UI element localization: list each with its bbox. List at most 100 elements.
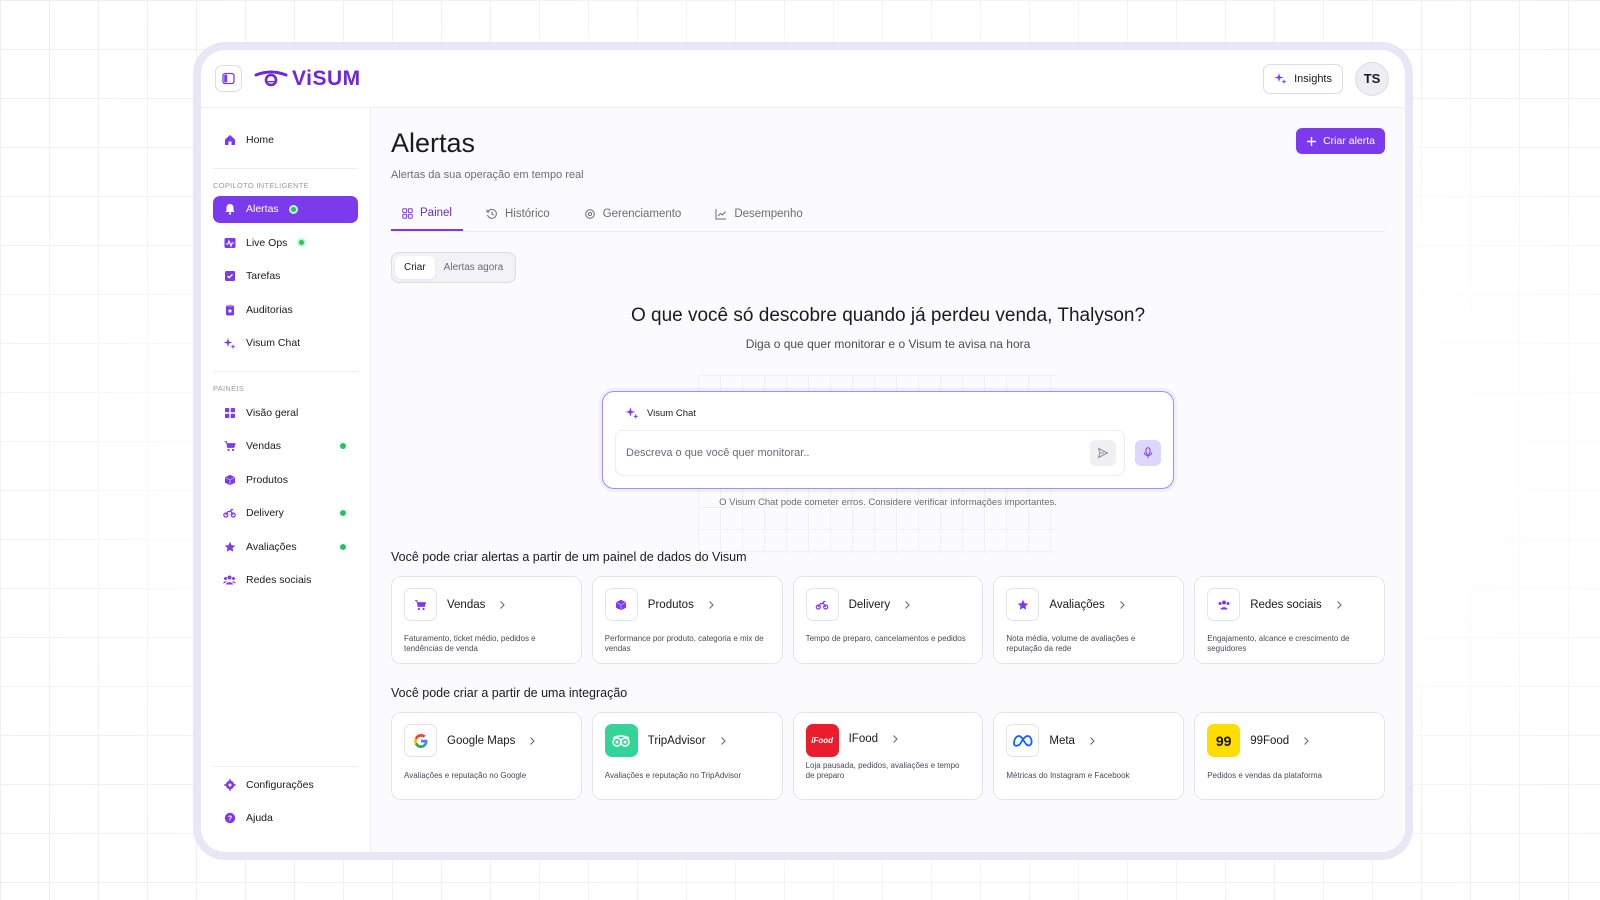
sidebar-item-vendas[interactable]: Vendas: [213, 433, 358, 460]
integration-card-google-maps[interactable]: Google Maps Avaliações e reputação no Go…: [391, 712, 582, 800]
card-description: Performance por produto, categoria e mix…: [604, 634, 764, 653]
meta-logo-icon: [1012, 734, 1033, 747]
create-alert-label: Criar alerta: [1323, 135, 1375, 147]
integration-card-99food[interactable]: 99 99Food Pedidos e vendas da plataforma: [1194, 712, 1385, 800]
card-description: Tempo de preparo, cancelamentos e pedido…: [805, 634, 966, 643]
sidebar-item-home[interactable]: Home: [213, 126, 358, 153]
panel-card-produtos[interactable]: Produtos Performance por produto, catego…: [591, 576, 783, 664]
tab-label: Gerenciamento: [602, 208, 682, 220]
sidebar-item-label: Home: [246, 133, 275, 146]
panel-card-redes-sociais[interactable]: Redes sociais Engajamento, alcance e cre…: [1194, 576, 1385, 664]
tab-desempenho[interactable]: Desempenho: [704, 207, 813, 231]
card-label: 99Food: [1250, 734, 1290, 747]
sidebar-item-label: Live Ops: [246, 236, 288, 249]
sidebar-item-auditorias[interactable]: Auditorias: [213, 296, 358, 323]
card-description: Avaliações e reputação no TripAdvisor: [604, 771, 742, 780]
sidebar-item-tarefas[interactable]: Tarefas: [213, 263, 358, 290]
sidebar-item-label: Alertas: [246, 203, 279, 215]
chevron-right-icon: [1119, 600, 1125, 609]
sparkle-icon: [223, 337, 236, 349]
sidebar-toggle-button[interactable]: [215, 65, 242, 92]
page-title: Alertas: [391, 128, 476, 158]
star-icon: [224, 541, 235, 552]
sidebar-divider: [213, 371, 358, 372]
integration-card-ifood[interactable]: iFood IFood Loja pausada, pedidos, avali…: [792, 712, 984, 800]
sidebar-item-redes-sociais[interactable]: Redes sociais: [213, 567, 358, 594]
integration-card-tripadvisor[interactable]: TripAdvisor Avaliações e reputação no Tr…: [591, 712, 783, 800]
integrations-section-title: Você pode criar a partir de uma integraç…: [391, 686, 628, 700]
chevron-right-icon: [530, 736, 536, 745]
segment-criar[interactable]: Criar: [395, 256, 435, 279]
brand-name: ViSUM: [292, 66, 361, 90]
sidebar-item-label: Produtos: [246, 473, 289, 486]
card-label: Vendas: [447, 598, 486, 611]
sidebar-item-label: Ajuda: [246, 812, 273, 824]
cart-icon: [415, 599, 427, 610]
box-icon: [224, 474, 235, 485]
segment-alertas-agora[interactable]: Alertas agora: [435, 256, 512, 279]
microphone-button[interactable]: [1135, 440, 1161, 466]
page-subtitle: Alertas da sua operação em tempo real: [391, 169, 584, 181]
sidebar-item-label: Tarefas: [246, 270, 281, 282]
tab-painel[interactable]: Painel: [391, 207, 463, 231]
sparkle-icon: [625, 407, 639, 420]
cart-icon: [224, 441, 236, 452]
tab-label: Painel: [420, 207, 452, 219]
sidebar-panel-icon: [222, 72, 235, 85]
card-label: IFood: [848, 733, 879, 745]
sidebar-item-produtos[interactable]: Produtos: [213, 466, 358, 493]
insights-button[interactable]: Insights: [1263, 63, 1343, 94]
card-description: Faturamento, ticket médio, pedidos e ten…: [404, 634, 536, 653]
integration-card-meta[interactable]: Meta Métricas do Instagram e Facebook: [993, 712, 1185, 800]
sidebar-item-delivery[interactable]: Delivery: [213, 500, 358, 527]
view-segmented-control: Criar Alertas agora: [391, 252, 517, 283]
chevron-right-icon: [720, 736, 726, 745]
trend-chart-icon: [715, 209, 727, 220]
card-description: Nota média, volume de avaliações e reput…: [1006, 634, 1136, 653]
panel-card-vendas[interactable]: Vendas Faturamento, ticket médio, pedido…: [391, 576, 582, 664]
tab-historico[interactable]: Histórico: [475, 207, 561, 231]
card-description: Loja pausada, pedidos, avaliações e temp…: [805, 761, 960, 780]
sidebar-item-label: Visum Chat: [246, 337, 301, 349]
chevron-right-icon: [1090, 736, 1095, 745]
card-description: Pedidos e vendas da plataforma: [1207, 771, 1322, 780]
tab-gerenciamento[interactable]: Gerenciamento: [573, 207, 693, 231]
sidebar-item-avaliacoes[interactable]: Avaliações: [213, 533, 358, 560]
live-status-dot: [297, 238, 307, 247]
clipboard-icon: [225, 304, 234, 315]
plus-icon: [1307, 136, 1317, 146]
chat-section: Visum Chat Descreva o que você quer moni…: [602, 375, 1174, 554]
main-content: Alertas Alertas da sua operação em tempo…: [371, 108, 1405, 852]
chevron-right-icon: [893, 735, 898, 743]
sidebar-item-alertas[interactable]: Alertas: [213, 195, 358, 223]
create-alert-button[interactable]: Criar alerta: [1296, 128, 1385, 154]
panel-cards: Vendas Faturamento, ticket médio, pedido…: [391, 576, 1385, 664]
tripadvisor-owl-icon: [612, 734, 631, 747]
status-dot: [340, 543, 346, 550]
sidebar-item-ajuda[interactable]: ? Ajuda: [213, 805, 358, 832]
home-icon: [224, 134, 235, 145]
grid-icon: [224, 407, 235, 418]
motorcycle-icon: [223, 508, 236, 518]
gear-icon: [223, 778, 236, 791]
chat-input[interactable]: [626, 447, 1090, 459]
sidebar-item-configuracoes[interactable]: Configurações: [213, 771, 358, 798]
user-avatar[interactable]: TS: [1355, 61, 1389, 96]
brand-logo[interactable]: ViSUM: [254, 67, 361, 91]
sidebar: Home COPILOTO INTELIGENTE Alertas Live O…: [201, 108, 371, 852]
star-icon: [1017, 599, 1029, 610]
chevron-right-icon: [500, 600, 506, 609]
gear-outline-icon: [584, 209, 595, 219]
chat-header: Visum Chat: [615, 406, 1161, 420]
panel-card-delivery[interactable]: Delivery Tempo de preparo, cancelamentos…: [792, 576, 984, 664]
send-button[interactable]: [1090, 440, 1116, 466]
sidebar-item-live-ops[interactable]: Live Ops: [213, 229, 358, 256]
sidebar-item-visum-chat[interactable]: Visum Chat: [213, 330, 358, 357]
sidebar-divider: [213, 167, 358, 169]
sidebar-item-label: Configurações: [246, 778, 314, 791]
sidebar-item-visao-geral[interactable]: Visão geral: [213, 399, 358, 426]
insights-label: Insights: [1294, 72, 1332, 85]
card-description: Engajamento, alcance e crescimento de se…: [1207, 634, 1350, 653]
panel-card-avaliacoes[interactable]: Avaliações Nota média, volume de avaliaç…: [993, 576, 1185, 664]
svg-text:?: ?: [227, 814, 232, 823]
